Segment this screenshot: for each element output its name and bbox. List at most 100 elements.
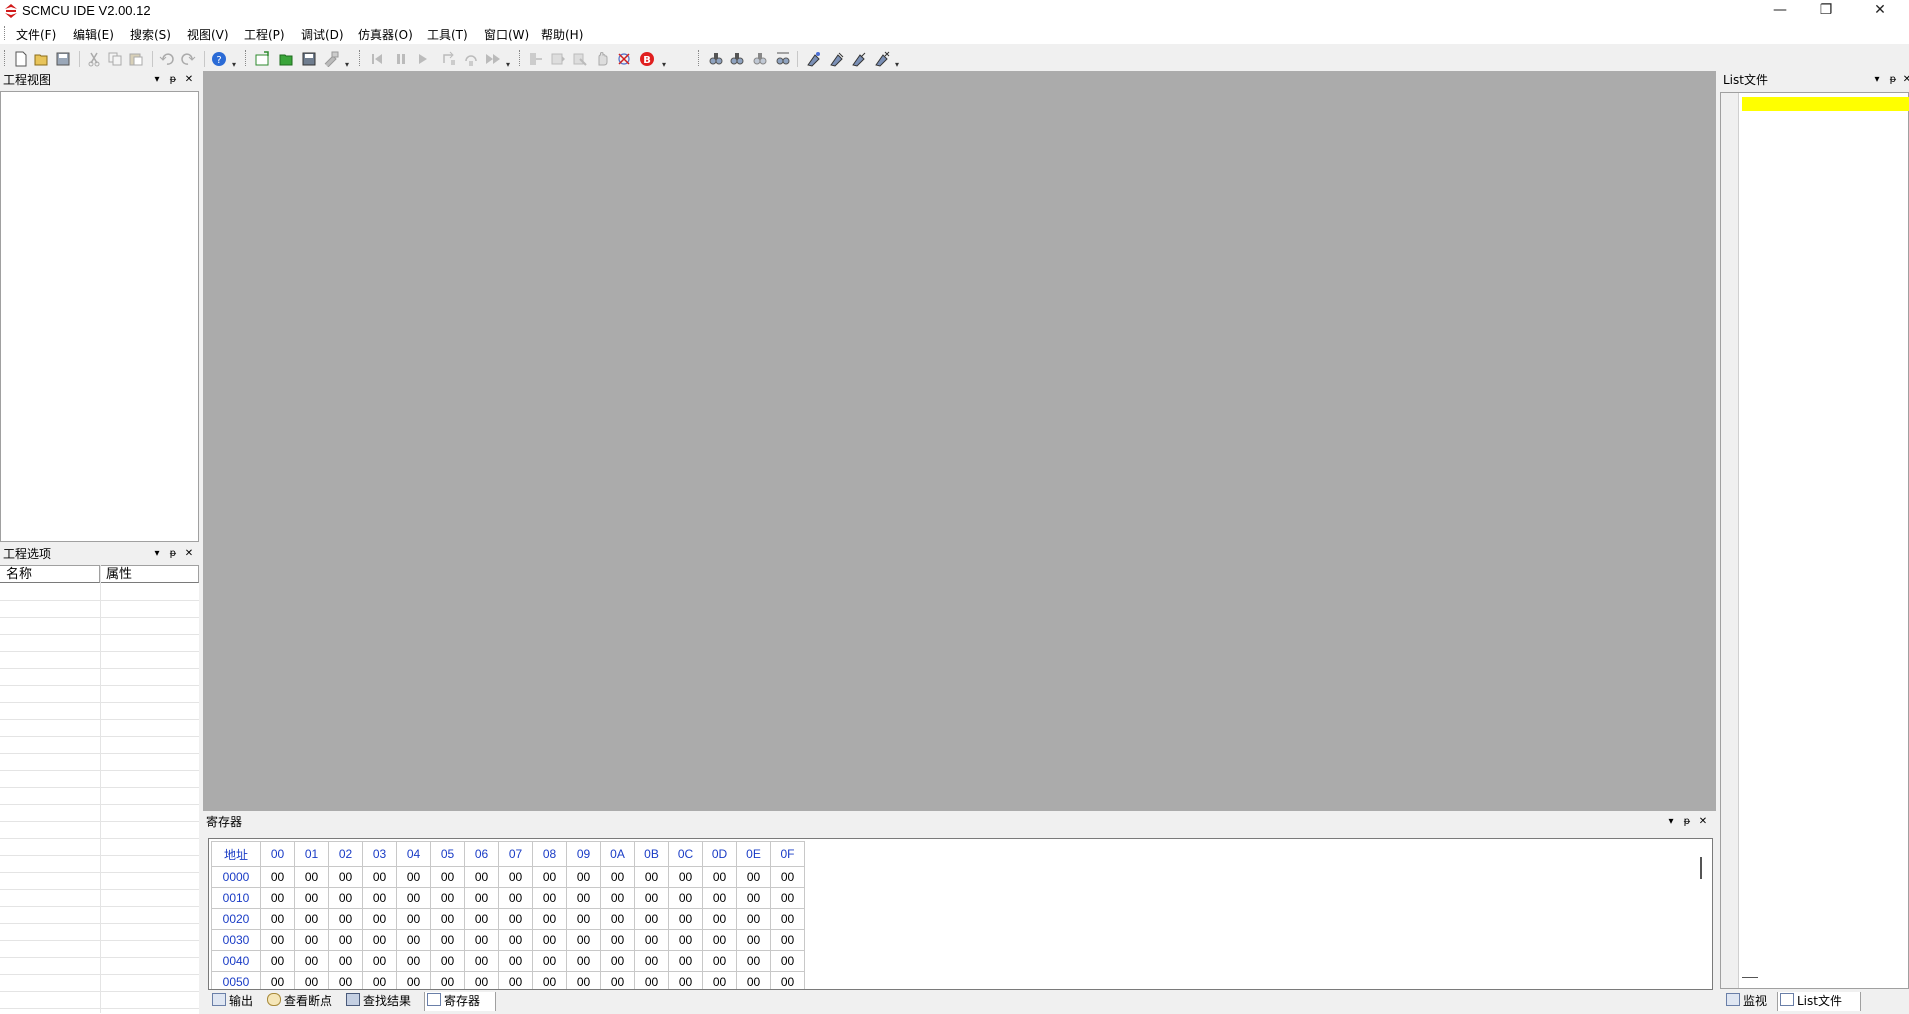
new-file-icon[interactable] — [13, 51, 29, 67]
register-value-cell[interactable]: 00 — [736, 866, 771, 888]
register-value-cell[interactable]: 00 — [634, 866, 669, 888]
tab-find-results[interactable]: 查找结果 — [344, 992, 411, 1011]
save-project-icon[interactable] — [301, 51, 317, 67]
paste-icon[interactable] — [128, 51, 144, 67]
register-value-cell[interactable]: 00 — [668, 887, 703, 909]
menu-emulator[interactable]: 仿真器(O) — [358, 26, 413, 43]
menu-search[interactable]: 搜索(S) — [130, 26, 171, 43]
register-value-cell[interactable]: 00 — [736, 929, 771, 951]
register-value-cell[interactable]: 00 — [770, 908, 805, 930]
register-value-cell[interactable]: 00 — [260, 929, 295, 951]
menu-window[interactable]: 窗口(W) — [484, 26, 529, 43]
register-value-cell[interactable]: 00 — [294, 866, 329, 888]
register-value-cell[interactable]: 00 — [430, 866, 465, 888]
column-header-name[interactable]: 名称 — [0, 566, 100, 583]
toolbar-grip[interactable] — [698, 50, 701, 66]
register-value-cell[interactable]: 00 — [600, 887, 635, 909]
register-value-cell[interactable]: 00 — [532, 929, 567, 951]
register-value-cell[interactable]: 00 — [736, 971, 771, 989]
menu-file[interactable]: 文件(F) — [16, 26, 56, 43]
close-icon[interactable]: ✕ — [182, 71, 196, 89]
register-value-cell[interactable]: 00 — [464, 887, 499, 909]
register-value-cell[interactable]: 00 — [362, 887, 397, 909]
register-value-cell[interactable]: 00 — [770, 971, 805, 989]
register-table-view[interactable]: 地址 00 01 02 03 04 05 06 07 08 09 0A 0B 0C 0D 0E 0F 0000 0… — [208, 838, 1713, 990]
bookmark-prev-icon[interactable] — [851, 51, 867, 67]
open-project-icon[interactable] — [279, 51, 295, 67]
register-value-cell[interactable]: 00 — [362, 971, 397, 989]
toolbar-overflow[interactable]: ▾ — [506, 60, 513, 70]
find-next-icon[interactable] — [729, 51, 745, 67]
find-prev-icon[interactable] — [752, 51, 768, 67]
register-value-cell[interactable]: 00 — [498, 887, 533, 909]
register-value-cell[interactable]: 00 — [566, 866, 601, 888]
menu-debug[interactable]: 调试(D) — [301, 26, 344, 43]
register-value-cell[interactable]: 00 — [328, 866, 363, 888]
run-to-cursor-icon[interactable] — [550, 51, 566, 67]
register-value-cell[interactable]: 00 — [600, 950, 635, 972]
register-value-cell[interactable]: 00 — [668, 950, 703, 972]
register-value-cell[interactable]: 00 — [634, 971, 669, 989]
register-value-cell[interactable]: 00 — [532, 971, 567, 989]
chevron-down-icon[interactable]: ▾ — [150, 545, 164, 563]
horizontal-scrollbar[interactable] — [1742, 977, 1758, 978]
register-value-cell[interactable]: 00 — [532, 950, 567, 972]
menu-edit[interactable]: 编辑(E) — [73, 26, 114, 43]
register-value-cell[interactable]: 00 — [464, 929, 499, 951]
tab-breakpoints[interactable]: 查看断点 — [265, 992, 332, 1011]
register-value-cell[interactable]: 00 — [396, 971, 431, 989]
register-value-cell[interactable]: 00 — [260, 908, 295, 930]
bookmark-next-icon[interactable] — [829, 51, 845, 67]
register-value-cell[interactable]: 00 — [702, 866, 737, 888]
register-value-cell[interactable]: 00 — [396, 950, 431, 972]
register-value-cell[interactable]: 00 — [532, 908, 567, 930]
toolbar-grip[interactable] — [4, 50, 7, 66]
toolbar-overflow[interactable]: ▾ — [662, 60, 669, 70]
register-value-cell[interactable]: 00 — [668, 971, 703, 989]
step-into-icon[interactable] — [441, 51, 457, 67]
register-value-cell[interactable]: 00 — [736, 950, 771, 972]
step-over-icon[interactable] — [463, 51, 479, 67]
toolbar-grip[interactable] — [359, 50, 362, 66]
close-icon[interactable]: ✕ — [182, 545, 196, 563]
register-value-cell[interactable]: 00 — [396, 908, 431, 930]
register-value-cell[interactable]: 00 — [464, 971, 499, 989]
register-value-cell[interactable]: 00 — [498, 908, 533, 930]
new-project-icon[interactable] — [254, 51, 270, 67]
menu-tools[interactable]: 工具(T) — [427, 26, 468, 43]
vertical-scrollbar[interactable] — [1700, 857, 1702, 879]
register-value-cell[interactable]: 00 — [464, 866, 499, 888]
register-value-cell[interactable]: 00 — [498, 971, 533, 989]
stop-icon[interactable] — [594, 51, 610, 67]
register-value-cell[interactable]: 00 — [532, 866, 567, 888]
toolbar-grip[interactable] — [519, 50, 522, 66]
register-value-cell[interactable]: 00 — [566, 950, 601, 972]
register-value-cell[interactable]: 00 — [260, 866, 295, 888]
register-value-cell[interactable]: 00 — [770, 929, 805, 951]
project-tree[interactable] — [0, 91, 199, 542]
breakpoint-icon[interactable]: B — [639, 51, 655, 67]
register-value-cell[interactable]: 00 — [260, 971, 295, 989]
register-value-cell[interactable]: 00 — [668, 929, 703, 951]
register-value-cell[interactable]: 00 — [328, 950, 363, 972]
clear-breakpoints-icon[interactable] — [616, 51, 632, 67]
menu-view[interactable]: 视图(V) — [187, 26, 229, 43]
register-value-cell[interactable]: 00 — [362, 929, 397, 951]
toolbar-grip[interactable] — [245, 50, 248, 66]
register-value-cell[interactable]: 00 — [396, 887, 431, 909]
register-value-cell[interactable]: 00 — [770, 866, 805, 888]
minimize-button[interactable]: — — [1757, 0, 1803, 22]
menu-help[interactable]: 帮助(H) — [541, 26, 583, 43]
register-value-cell[interactable]: 00 — [328, 887, 363, 909]
register-value-cell[interactable]: 00 — [362, 866, 397, 888]
register-value-cell[interactable]: 00 — [702, 950, 737, 972]
register-value-cell[interactable]: 00 — [634, 887, 669, 909]
fast-run-icon[interactable] — [485, 51, 501, 67]
register-value-cell[interactable]: 00 — [464, 908, 499, 930]
register-value-cell[interactable]: 00 — [260, 887, 295, 909]
register-value-cell[interactable]: 00 — [770, 887, 805, 909]
cut-icon[interactable] — [86, 51, 102, 67]
register-value-cell[interactable]: 00 — [566, 887, 601, 909]
undo-icon[interactable] — [159, 51, 175, 67]
register-value-cell[interactable]: 00 — [600, 929, 635, 951]
